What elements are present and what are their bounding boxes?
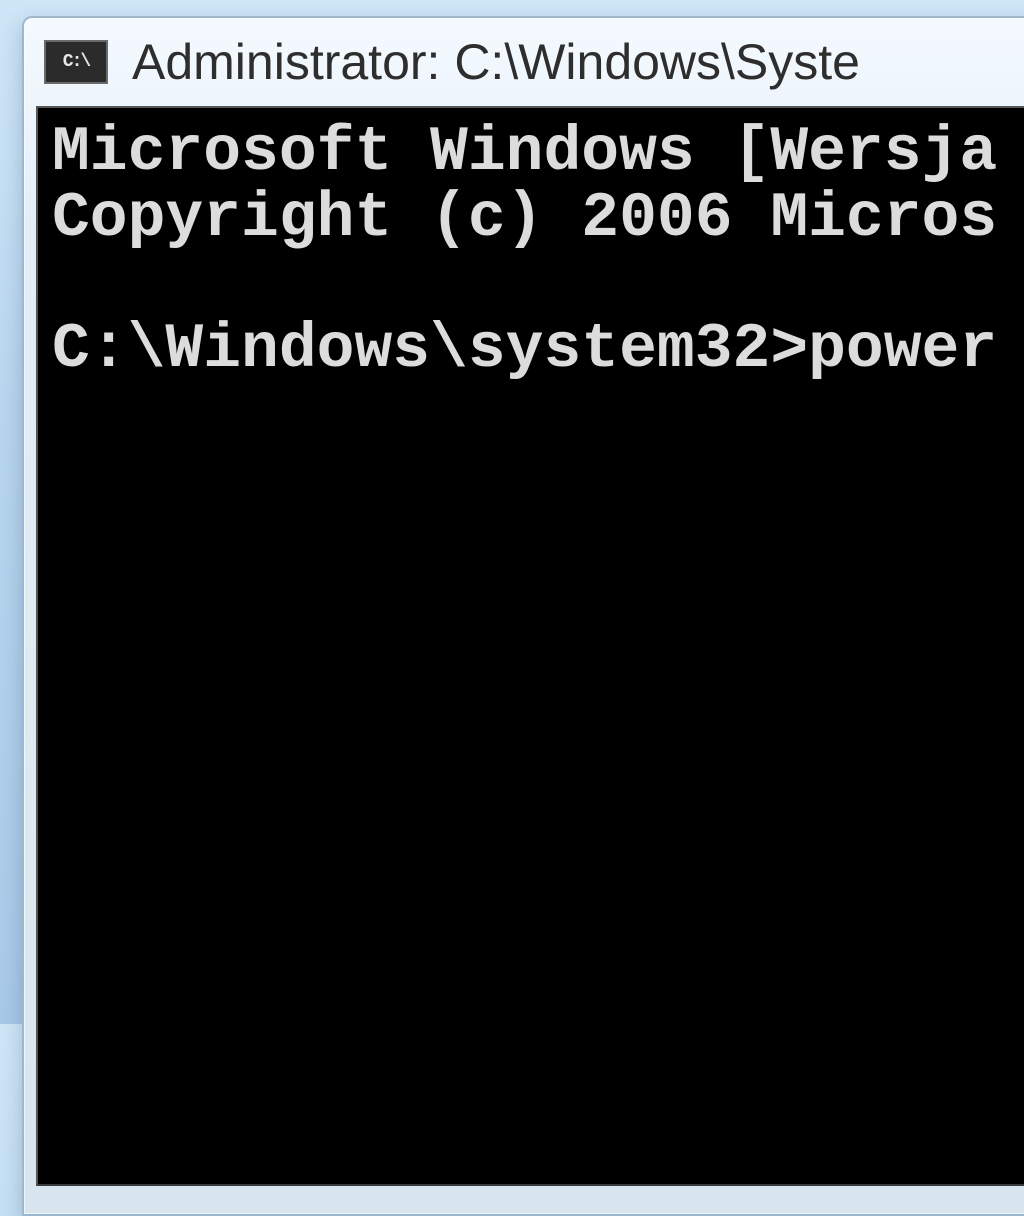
titlebar[interactable]: C:\ Administrator: C:\Windows\Syste [24, 18, 1024, 106]
terminal-line: Copyright (c) 2006 Micros [52, 183, 997, 254]
terminal-client-area[interactable]: Microsoft Windows [Wersja Copyright (c) … [36, 106, 1024, 1186]
cmd-window: C:\ Administrator: C:\Windows\Syste Micr… [22, 16, 1024, 1216]
terminal-prompt-line: C:\Windows\system32>power [52, 314, 997, 385]
cmd-sysmenu-icon-label: C:\ [63, 53, 89, 71]
cmd-sysmenu-icon[interactable]: C:\ [44, 40, 108, 84]
terminal-line: Microsoft Windows [Wersja [52, 117, 997, 188]
window-title: Administrator: C:\Windows\Syste [132, 33, 860, 91]
